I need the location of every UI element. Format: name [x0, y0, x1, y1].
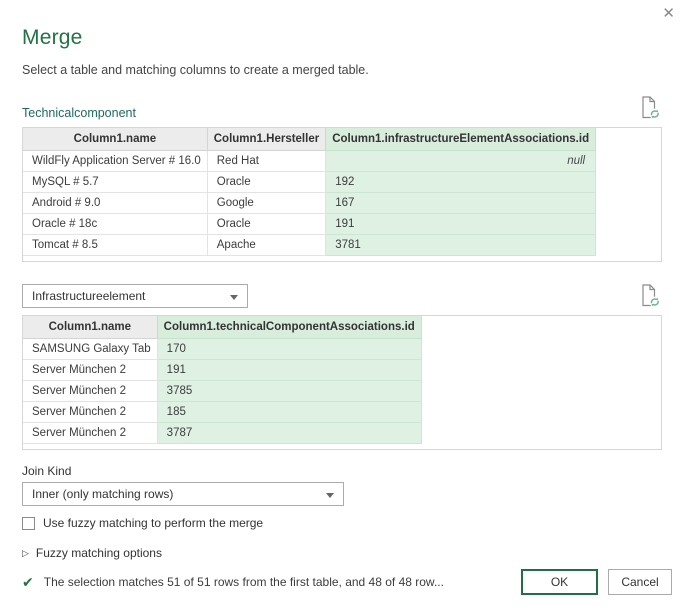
table-row: Android # 9.0 Google 167: [23, 193, 596, 214]
cell[interactable]: 191: [157, 360, 421, 381]
cell[interactable]: Android # 9.0: [23, 193, 207, 214]
cell[interactable]: Server München 2: [23, 402, 157, 423]
ok-button[interactable]: OK: [521, 569, 598, 595]
refresh-preview-icon[interactable]: [640, 96, 662, 120]
cell[interactable]: WildFly Application Server # 16.0: [23, 151, 207, 172]
refresh-preview-icon[interactable]: [640, 284, 662, 308]
fuzzy-matching-checkbox[interactable]: [22, 517, 35, 530]
cell[interactable]: 192: [326, 172, 596, 193]
cell[interactable]: 3785: [157, 381, 421, 402]
table-row: Server München 2 191: [23, 360, 421, 381]
first-table-name-label: Technicalcomponent: [22, 106, 136, 120]
cell[interactable]: Oracle: [207, 172, 325, 193]
fuzzy-options-expander[interactable]: ▷ Fuzzy matching options: [22, 546, 662, 560]
dialog-subtitle: Select a table and matching columns to c…: [22, 63, 662, 77]
merge-dialog: ✕ Merge Select a table and matching colu…: [0, 0, 688, 615]
status-message: ✔ The selection matches 51 of 51 rows fr…: [22, 575, 444, 589]
table-row: Tomcat # 8.5 Apache 3781: [23, 235, 596, 256]
table-row: MySQL # 5.7 Oracle 192: [23, 172, 596, 193]
join-kind-select[interactable]: Inner (only matching rows): [22, 482, 344, 506]
second-table-select-value: Infrastructureelement: [32, 289, 145, 303]
second-table-select[interactable]: Infrastructureelement: [22, 284, 248, 308]
cell[interactable]: 185: [157, 402, 421, 423]
column-header-hersteller[interactable]: Column1.Hersteller: [207, 128, 325, 151]
table-row: Oracle # 18c Oracle 191: [23, 214, 596, 235]
cell[interactable]: 3781: [326, 235, 596, 256]
table-row: SAMSUNG Galaxy Tab 170: [23, 339, 421, 360]
first-table-header-row: Column1.name Column1.Hersteller Column1.…: [23, 128, 596, 151]
page-title: Merge: [22, 0, 662, 50]
cancel-button[interactable]: Cancel: [608, 569, 672, 595]
fuzzy-matching-checkbox-row[interactable]: Use fuzzy matching to perform the merge: [22, 516, 662, 530]
cell[interactable]: Oracle: [207, 214, 325, 235]
chevron-down-icon: [326, 493, 334, 498]
cell[interactable]: Server München 2: [23, 381, 157, 402]
cell-null[interactable]: null: [326, 151, 596, 172]
cell[interactable]: Oracle # 18c: [23, 214, 207, 235]
table-row: Server München 2 3785: [23, 381, 421, 402]
table-row: Server München 2 185: [23, 402, 421, 423]
cell[interactable]: Red Hat: [207, 151, 325, 172]
table-row: Server München 2 3787: [23, 423, 421, 444]
cell[interactable]: MySQL # 5.7: [23, 172, 207, 193]
success-check-icon: ✔: [22, 575, 34, 589]
cell[interactable]: Server München 2: [23, 360, 157, 381]
cell[interactable]: Server München 2: [23, 423, 157, 444]
fuzzy-options-label: Fuzzy matching options: [36, 546, 162, 560]
join-kind-select-value: Inner (only matching rows): [32, 487, 173, 501]
table-row: WildFly Application Server # 16.0 Red Ha…: [23, 151, 596, 172]
cell[interactable]: Google: [207, 193, 325, 214]
second-table-preview: Column1.name Column1.technicalComponentA…: [22, 315, 662, 450]
cell[interactable]: 170: [157, 339, 421, 360]
first-table-preview: Column1.name Column1.Hersteller Column1.…: [22, 127, 662, 262]
cell[interactable]: 167: [326, 193, 596, 214]
column-header-technical-id-selected[interactable]: Column1.technicalComponentAssociations.i…: [157, 316, 421, 339]
second-table-header-row: Column1.name Column1.technicalComponentA…: [23, 316, 421, 339]
chevron-down-icon: [230, 295, 238, 300]
first-table: Column1.name Column1.Hersteller Column1.…: [23, 128, 596, 256]
cell[interactable]: Tomcat # 8.5: [23, 235, 207, 256]
column-header-name[interactable]: Column1.name: [23, 128, 207, 151]
second-table: Column1.name Column1.technicalComponentA…: [23, 316, 422, 444]
status-text: The selection matches 51 of 51 rows from…: [44, 575, 444, 589]
column-header-name[interactable]: Column1.name: [23, 316, 157, 339]
cell[interactable]: Apache: [207, 235, 325, 256]
cell[interactable]: 3787: [157, 423, 421, 444]
cell[interactable]: SAMSUNG Galaxy Tab: [23, 339, 157, 360]
column-header-infrastructure-id-selected[interactable]: Column1.infrastructureElementAssociation…: [326, 128, 596, 151]
close-icon[interactable]: ✕: [662, 6, 675, 21]
join-kind-label: Join Kind: [22, 464, 662, 478]
expander-triangle-icon: ▷: [22, 549, 29, 558]
fuzzy-matching-checkbox-label: Use fuzzy matching to perform the merge: [43, 516, 263, 530]
dialog-footer: ✔ The selection matches 51 of 51 rows fr…: [22, 569, 672, 595]
cell[interactable]: 191: [326, 214, 596, 235]
